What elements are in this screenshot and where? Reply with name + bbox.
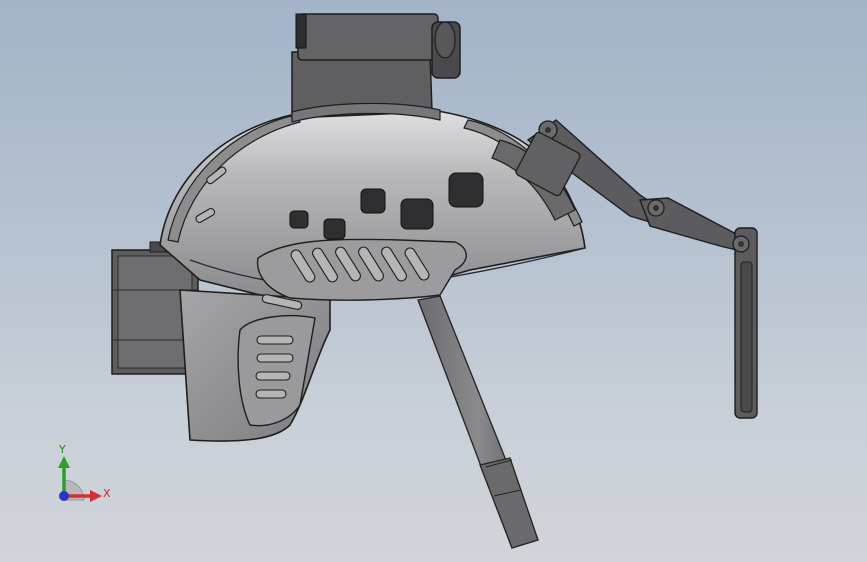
reference-triad	[58, 456, 102, 502]
z-axis-dot	[59, 491, 69, 501]
x-axis-arrow	[90, 490, 102, 502]
nvg-mount-arm[interactable]	[515, 119, 758, 419]
y-axis-arrow	[58, 456, 70, 468]
helmet-assembly-model[interactable]	[0, 0, 867, 562]
support-arm[interactable]	[417, 295, 539, 549]
top-mount-device[interactable]	[291, 13, 461, 123]
y-axis-label: Y	[59, 443, 66, 456]
x-axis-label: X	[103, 487, 111, 500]
graphics-viewport[interactable]: Y X	[0, 0, 867, 562]
